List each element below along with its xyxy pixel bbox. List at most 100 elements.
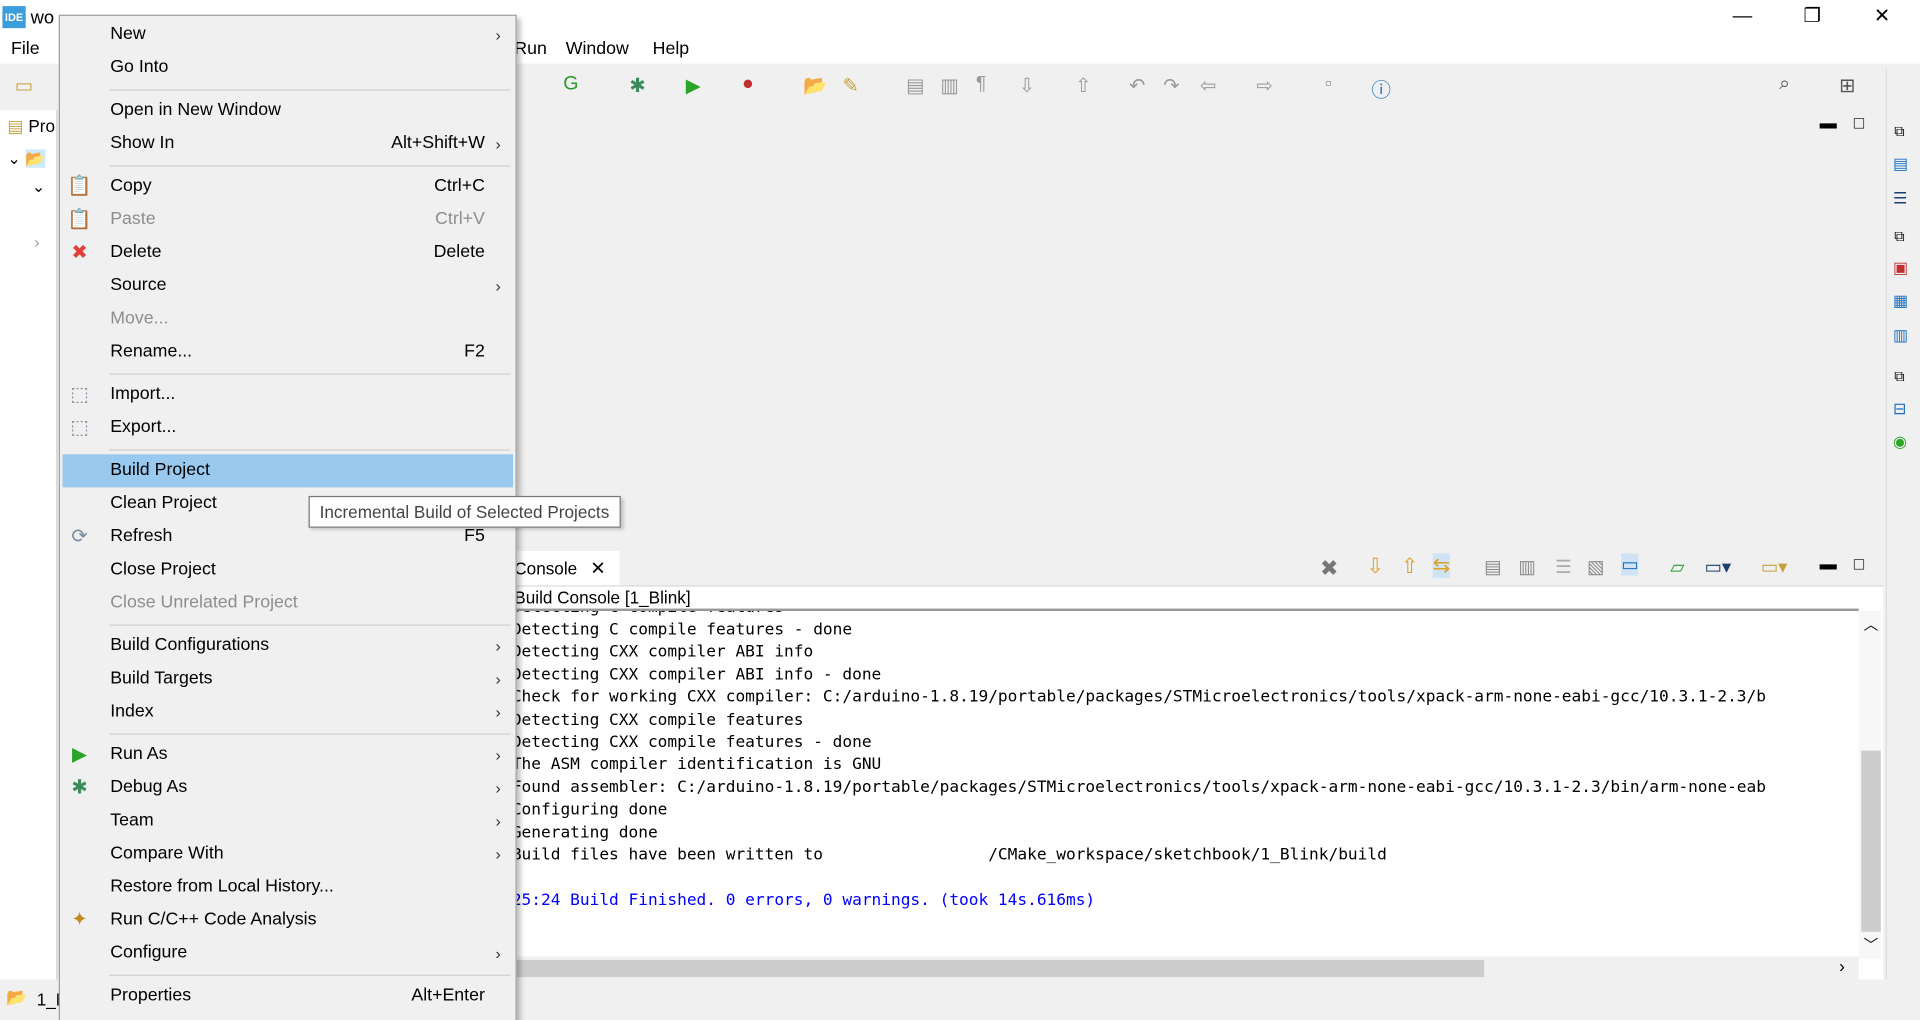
clear-console-icon[interactable]: ▧ bbox=[1587, 556, 1604, 578]
next-error-icon[interactable]: ⇩ bbox=[1367, 555, 1384, 579]
minimize-view-icon[interactable]: ▬ bbox=[1820, 553, 1837, 573]
menu-item-index[interactable]: Index › bbox=[60, 696, 516, 729]
menu-item-team[interactable]: Team › bbox=[60, 804, 516, 837]
target-icon[interactable]: ◉ bbox=[1893, 432, 1907, 452]
pin-editor-icon[interactable]: ▫ bbox=[1325, 73, 1332, 95]
registers-icon[interactable]: ☰ bbox=[1893, 189, 1907, 209]
maximize-view-icon[interactable]: □ bbox=[1854, 113, 1864, 133]
menu-item-configure[interactable]: Configure › bbox=[60, 937, 516, 970]
new-class-icon[interactable]: G bbox=[563, 73, 578, 95]
restore-button[interactable]: ❐ bbox=[1784, 0, 1840, 34]
menu-item-go-into[interactable]: Go Into bbox=[60, 51, 516, 84]
restore-icon[interactable]: ⧉ bbox=[1894, 367, 1905, 385]
menu-item-label: Build Project bbox=[110, 460, 210, 481]
run-icon[interactable]: ▶ bbox=[686, 73, 701, 97]
new-icon[interactable]: ▭ bbox=[15, 73, 34, 97]
menu-window[interactable]: Window bbox=[566, 39, 629, 59]
next-edit-icon[interactable]: ↷ bbox=[1163, 73, 1179, 97]
scroll-up-icon[interactable]: ︿ bbox=[1864, 613, 1879, 634]
memory-icon[interactable]: ▤ bbox=[1893, 154, 1908, 174]
tree-collapsed-icon[interactable]: › bbox=[34, 233, 39, 251]
whitespace-icon[interactable]: ¶ bbox=[976, 73, 987, 95]
menu-item-export[interactable]: ⬚ Export... bbox=[60, 411, 516, 444]
menu-item-label: Restore from Local History... bbox=[110, 876, 334, 897]
menu-item-run-c-c-code-analysis[interactable]: ✦ Run C/C++ Code Analysis bbox=[60, 904, 516, 937]
display-console-icon[interactable]: ▭▾ bbox=[1704, 556, 1731, 578]
vertical-scroll-thumb[interactable] bbox=[1861, 750, 1881, 932]
open-folder-icon[interactable]: 📂 bbox=[803, 73, 827, 97]
menu-item-restore-from-local-history[interactable]: Restore from Local History... bbox=[60, 871, 516, 904]
menu-item-open-in-new-window[interactable]: Open in New Window bbox=[60, 94, 516, 127]
console-line: Detecting CXX compiler ABI info - done bbox=[514, 665, 882, 685]
submenu-arrow-icon: › bbox=[495, 702, 501, 722]
minimize-view-icon[interactable]: ▬ bbox=[1820, 113, 1837, 133]
project-tree-item[interactable]: ⌄ 📂 bbox=[7, 149, 45, 169]
close-button[interactable]: ✕ bbox=[1854, 0, 1910, 34]
menu-separator bbox=[60, 970, 516, 980]
pin-console-icon[interactable]: ▭ bbox=[1621, 553, 1639, 576]
word-wrap-icon[interactable]: ▥ bbox=[1518, 556, 1535, 578]
menu-item-close-project[interactable]: Close Project bbox=[60, 553, 516, 586]
scroll-right-icon[interactable]: › bbox=[1839, 956, 1845, 976]
menu-item-properties[interactable]: Properties Alt+Enter bbox=[60, 980, 516, 1013]
block-select-icon[interactable]: ▥ bbox=[940, 73, 959, 97]
forward-icon[interactable]: ⇨ bbox=[1256, 73, 1272, 97]
remove-launches-icon[interactable]: ✖ bbox=[1320, 556, 1338, 582]
menu-run[interactable]: Run bbox=[514, 39, 547, 59]
menu-item-label: Configure bbox=[110, 942, 188, 963]
menu-item-source[interactable]: Source › bbox=[60, 269, 516, 302]
menu-item-build-configurations[interactable]: Build Configurations › bbox=[60, 629, 516, 662]
external-tools-icon[interactable]: ● bbox=[742, 73, 754, 95]
close-tab-icon[interactable]: ✕ bbox=[590, 557, 605, 579]
restore-icon[interactable]: ⧉ bbox=[1894, 228, 1905, 246]
menu-item-delete[interactable]: ✖ Delete Delete bbox=[60, 236, 516, 269]
horizontal-scroll-thumb[interactable] bbox=[514, 960, 1485, 978]
project-explorer-tab[interactable]: ▤ Pro bbox=[7, 116, 55, 137]
tree-expand-icon[interactable]: ⌄ bbox=[32, 178, 45, 198]
expressions-icon[interactable]: ▦ bbox=[1893, 291, 1908, 311]
menu-file[interactable]: File bbox=[11, 39, 40, 59]
open-perspective-icon[interactable]: ⊞ bbox=[1839, 73, 1855, 97]
submenu-arrow-icon: › bbox=[495, 134, 501, 154]
console-line: The ASM compiler identification is GNU bbox=[514, 755, 882, 775]
menu-item-run-as[interactable]: ▶ Run As › bbox=[60, 738, 516, 771]
last-edit-icon[interactable]: ↶ bbox=[1129, 73, 1145, 97]
minimize-button[interactable]: — bbox=[1714, 0, 1770, 34]
prev-annotation-icon[interactable]: ⇧ bbox=[1075, 73, 1091, 97]
menu-item-import[interactable]: ⬚ Import... bbox=[60, 378, 516, 411]
maximize-view-icon[interactable]: □ bbox=[1854, 553, 1864, 573]
info-icon[interactable]: ⓘ bbox=[1371, 73, 1391, 102]
menu-item-new[interactable]: New › bbox=[60, 18, 516, 51]
menu-item-rename[interactable]: Rename... F2 bbox=[60, 336, 516, 369]
menu-item-build-targets[interactable]: Build Targets › bbox=[60, 662, 516, 695]
outline-icon[interactable]: ⊟ bbox=[1893, 399, 1906, 419]
prev-error-icon[interactable]: ⇧ bbox=[1401, 555, 1418, 579]
sfr-icon[interactable]: ▣ bbox=[1893, 258, 1908, 278]
open-console-icon[interactable]: ▭▾ bbox=[1761, 556, 1788, 578]
menu-item-label: New bbox=[110, 24, 146, 45]
menu-item-build-project[interactable]: Build Project bbox=[62, 454, 514, 488]
scroll-lock-icon[interactable]: ▤ bbox=[1484, 556, 1501, 578]
editor-area: ▬ □ bbox=[514, 110, 1884, 542]
console-output[interactable]: Detecting C compile features Detecting C … bbox=[514, 608, 1859, 959]
toggle-mark-icon[interactable]: ▤ bbox=[906, 73, 925, 97]
next-annotation-icon[interactable]: ⇩ bbox=[1019, 73, 1035, 97]
search-icon[interactable]: ⌕ bbox=[1779, 73, 1790, 95]
restore-icon[interactable]: ⧉ bbox=[1894, 122, 1905, 140]
back-icon[interactable]: ⇦ bbox=[1200, 73, 1216, 97]
link-with-editor-icon[interactable]: ⇆ bbox=[1432, 553, 1451, 578]
new-console-icon[interactable]: ▱ bbox=[1670, 556, 1684, 578]
scroll-down-icon[interactable]: ﹀ bbox=[1864, 934, 1879, 955]
menu-item-debug-as[interactable]: ✱ Debug As › bbox=[60, 771, 516, 804]
show-lines-icon[interactable]: ☰ bbox=[1555, 556, 1571, 578]
menu-item-compare-with[interactable]: Compare With › bbox=[60, 838, 516, 871]
menu-item-label: Paste bbox=[110, 209, 156, 229]
debug-icon[interactable]: ✱ bbox=[629, 73, 645, 97]
menu-help[interactable]: Help bbox=[653, 39, 690, 59]
pen-icon[interactable]: ✎ bbox=[842, 73, 858, 97]
table-icon[interactable]: ▥ bbox=[1893, 326, 1908, 346]
console-tab[interactable]: Console ✕ bbox=[514, 551, 620, 586]
menu-item-label: Close Unrelated Project bbox=[110, 592, 298, 613]
menu-item-copy[interactable]: 📋 Copy Ctrl+C bbox=[60, 170, 516, 203]
menu-item-show-in[interactable]: Show In Alt+Shift+W › bbox=[60, 127, 516, 160]
